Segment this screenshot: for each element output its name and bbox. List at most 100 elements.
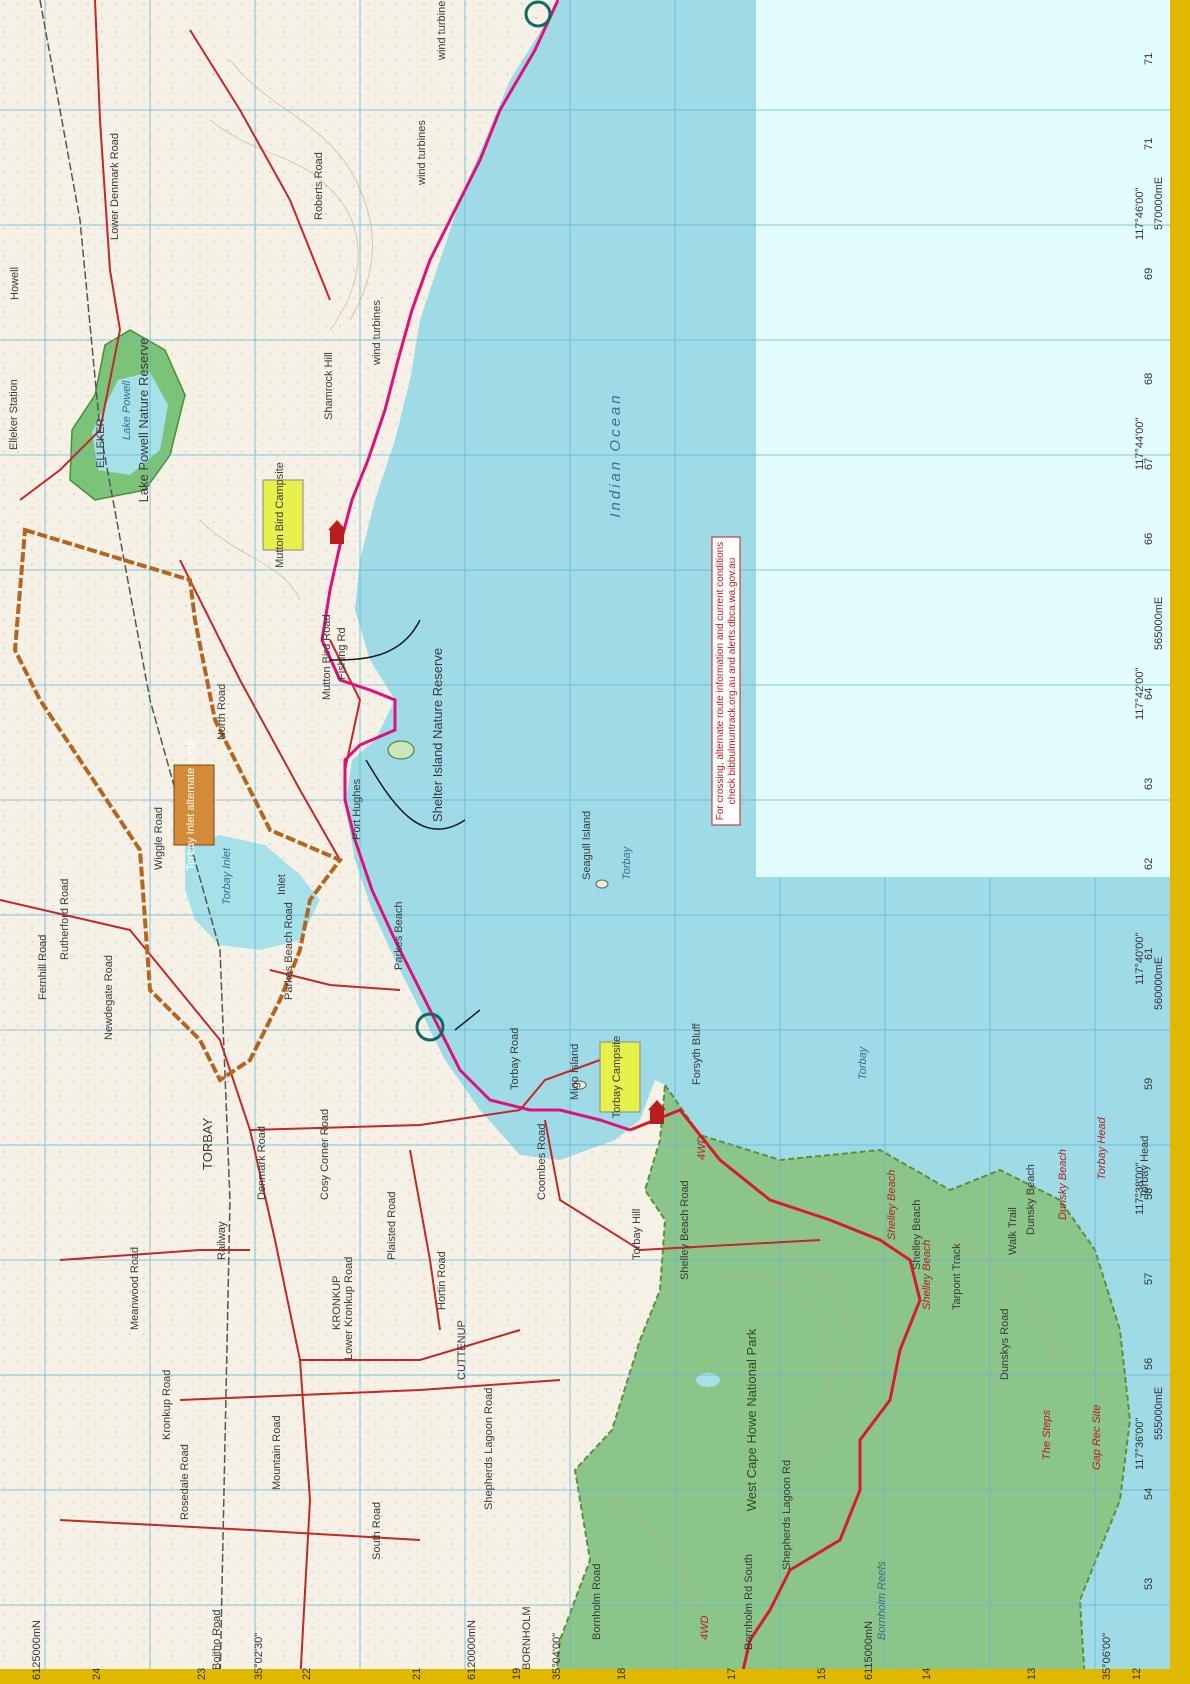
place-elleker: ELLEKER: [95, 418, 107, 468]
lake-powell-reserve-label: Lake Powell Nature Reserve: [136, 338, 151, 503]
road-lower-denmark: Lower Denmark Road: [109, 133, 121, 240]
place-dunsky-beach-red: Dunsky Beach: [1057, 1149, 1069, 1220]
road-bornholm: Bornholm Road: [591, 1564, 603, 1640]
place-torbay-bay-north: Torbay: [621, 845, 633, 880]
place-elleker-station: Elleker Station: [8, 379, 20, 450]
shelter-island: [387, 740, 415, 760]
place-parkes-beach: Parkes Beach: [393, 902, 405, 970]
road-dunskys: Dunskys Road: [999, 1308, 1011, 1380]
place-cuttenup: CUTTENUP: [456, 1320, 468, 1380]
svg-text:6125000mN: 6125000mN: [31, 1620, 43, 1680]
road-rutherford: Rutherford Road: [59, 879, 71, 960]
svg-text:555000mE: 555000mE: [1153, 1387, 1165, 1440]
road-fernhill: Fernhill Road: [37, 935, 49, 1000]
svg-text:71: 71: [1143, 53, 1155, 65]
svg-text:12: 12: [1131, 1668, 1143, 1680]
road-4wd-1: 4WD: [696, 1136, 708, 1161]
road-fishing: Fishing Rd: [336, 627, 348, 680]
svg-text:57: 57: [1143, 1273, 1155, 1285]
svg-text:69: 69: [1143, 268, 1155, 280]
svg-text:117°36'00": 117°36'00": [1134, 1417, 1146, 1470]
place-wind-turbines-1: wind turbines: [436, 0, 448, 61]
svg-text:117°42'00": 117°42'00": [1134, 667, 1146, 720]
road-roberts: Roberts Road: [313, 152, 325, 220]
svg-text:17: 17: [726, 1668, 738, 1680]
notice-line-1: For crossing, alternate route informatio…: [715, 542, 726, 820]
mutton-bird-campsite-label: Mutton Bird Campsite: [274, 462, 286, 568]
svg-text:19: 19: [511, 1668, 523, 1680]
svg-text:117°40'00": 117°40'00": [1134, 932, 1146, 985]
road-4wd-2: 4WD: [699, 1616, 711, 1641]
road-cosy-corner: Cosy Corner Road: [319, 1109, 331, 1200]
place-bornholm-reefs: Bornholm Reefs: [876, 1561, 888, 1640]
road-rosedale: Rosedale Road: [179, 1444, 191, 1520]
road-mountain: Mountain Road: [271, 1415, 283, 1490]
road-shepherds-lagoon: Shepherds Lagoon Road: [483, 1388, 495, 1510]
svg-text:6120000mN: 6120000mN: [466, 1620, 478, 1680]
place-port-hughes: Port Hughes: [351, 778, 363, 840]
place-migo-island: Migo Island: [569, 1044, 581, 1100]
svg-text:117°44'00": 117°44'00": [1134, 417, 1146, 470]
svg-text:71: 71: [1143, 138, 1155, 150]
road-coombes: Coombes Road: [536, 1124, 548, 1200]
svg-text:21: 21: [411, 1668, 423, 1680]
svg-text:66: 66: [1143, 533, 1155, 545]
place-the-steps: The Steps: [1041, 1409, 1053, 1460]
svg-text:24: 24: [91, 1668, 103, 1680]
place-torbay-town: TORBAY: [200, 1117, 215, 1170]
svg-text:22: 22: [301, 1668, 313, 1680]
topographic-map[interactable]: Mutton Bird Campsite Torbay Campsite Tor…: [0, 0, 1190, 1684]
road-newdegate: Newdegate Road: [103, 955, 115, 1040]
ocean-label: Indian Ocean: [607, 392, 624, 517]
svg-text:14: 14: [921, 1668, 933, 1680]
road-mutton-bird: Mutton Bird Road: [321, 614, 333, 700]
place-torbay-head-lookout: Torbay Head: [1096, 1117, 1108, 1180]
place-torbay-hill: Torbay Hill: [631, 1209, 643, 1260]
torbay-campsite-callout: Torbay Campsite: [599, 1036, 641, 1119]
road-north: North Road: [216, 684, 228, 740]
svg-text:565000mE: 565000mE: [1153, 597, 1165, 650]
place-gap-rec-site: Gap Rec Site: [1091, 1405, 1103, 1470]
place-dunsky-beach: Dunsky Beach: [1025, 1164, 1037, 1235]
place-forsyth-bluff: Forsyth Bluff: [691, 1023, 703, 1085]
road-kronkup: Kronkup Road: [161, 1370, 173, 1440]
svg-text:18: 18: [616, 1668, 628, 1680]
alternate-route-label: Torbay Inlet alternate route: [185, 740, 197, 871]
place-shamrock-hill: Shamrock Hill: [323, 352, 335, 420]
place-seagull-island: Seagull Island: [581, 811, 593, 880]
road-meanwood: Meanwood Road: [129, 1247, 141, 1330]
blank-map-area: [756, 0, 1170, 877]
shelter-island-reserve-label: Shelter Island Nature Reserve: [430, 648, 445, 822]
road-walk-trail: Walk Trail: [1007, 1207, 1019, 1255]
place-torbay-bay-south: Torbay: [857, 1045, 869, 1080]
place-shelley-beach-rec: Shelley Beach: [921, 1240, 933, 1310]
road-shepherds-lagoon-rd: Shepherds Lagoon Rd: [781, 1460, 793, 1570]
road-parkes-beach: Parkes Beach Road: [283, 902, 295, 1000]
svg-text:117°46'00": 117°46'00": [1134, 187, 1146, 240]
map-border-right: [1170, 0, 1190, 1684]
place-bornholm: BORNHOLM: [521, 1606, 533, 1670]
svg-text:6115000mN: 6115000mN: [863, 1621, 875, 1680]
svg-text:59: 59: [1143, 1078, 1155, 1090]
road-plaisted: Plaisted Road: [386, 1192, 398, 1261]
svg-text:68: 68: [1143, 373, 1155, 385]
svg-text:15: 15: [816, 1668, 828, 1680]
svg-text:13: 13: [1026, 1668, 1038, 1680]
place-wind-turbines-2: wind turbines: [416, 120, 428, 186]
road-denmark: Denmark Road: [256, 1126, 268, 1200]
svg-text:56: 56: [1143, 1358, 1155, 1370]
svg-text:35°06'00": 35°06'00": [1101, 1633, 1113, 1680]
svg-text:35°04'00": 35°04'00": [551, 1633, 563, 1680]
svg-text:117°38'00": 117°38'00": [1134, 1162, 1146, 1215]
road-shelley-beach: Shelley Beach Road: [679, 1180, 691, 1280]
place-kronkup: KRONKUP: [331, 1276, 343, 1330]
road-south: South Road: [371, 1502, 383, 1560]
place-torbay-inlet: Torbay Inlet: [221, 847, 233, 905]
svg-text:62: 62: [1143, 858, 1155, 870]
road-lower-kronkup: Lower Kronkup Road: [343, 1257, 355, 1360]
notice-line-2: check bibbulmuntrack.org.au and alerts.d…: [727, 558, 738, 805]
route-notice: For crossing, alternate route informatio…: [711, 536, 741, 826]
road-tarpont-track: Tarpont Track: [951, 1243, 963, 1310]
torbay-campsite-label: Torbay Campsite: [611, 1036, 623, 1119]
place-wind-turbines-3: wind turbines: [371, 300, 383, 366]
